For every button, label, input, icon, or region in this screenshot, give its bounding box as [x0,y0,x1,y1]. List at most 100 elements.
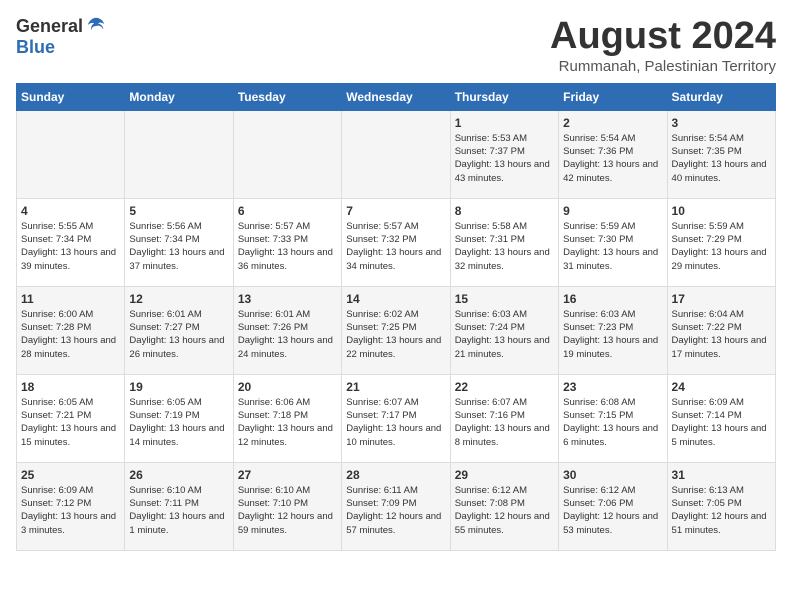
day-cell: 25Sunrise: 6:09 AM Sunset: 7:12 PM Dayli… [17,462,125,550]
day-info: Sunrise: 6:02 AM Sunset: 7:25 PM Dayligh… [346,308,445,361]
day-info: Sunrise: 6:01 AM Sunset: 7:27 PM Dayligh… [129,308,228,361]
day-number: 3 [672,116,771,130]
week-row-5: 25Sunrise: 6:09 AM Sunset: 7:12 PM Dayli… [17,462,776,550]
day-number: 27 [238,468,337,482]
day-cell: 31 Sunrise: 6:13 AM Sunset: 7:05 PM Dayli… [667,462,775,550]
day-info: Sunrise: 5:57 AM Sunset: 7:33 PM Dayligh… [238,220,337,273]
logo: General Blue [16,16,107,58]
logo-bird-icon [85,15,107,37]
day-info: Sunrise: 5:56 AM Sunset: 7:34 PM Dayligh… [129,220,228,273]
day-number: 25 [21,468,120,482]
day-number: 8 [455,204,554,218]
day-cell: 23 Sunrise: 6:08 AM Sunset: 7:15 PM Dayli… [559,374,667,462]
week-row-3: 11 Sunrise: 6:00 AM Sunset: 7:28 PM Dayli… [17,286,776,374]
day-number: 15 [455,292,554,306]
day-number: 30 [563,468,662,482]
day-info: Sunrise: 6:12 AM Sunset: 7:08 PM Dayligh… [455,484,554,537]
day-number: 23 [563,380,662,394]
day-info: Sunrise: 6:04 AM Sunset: 7:22 PM Dayligh… [672,308,771,361]
day-cell: 27 Sunrise: 6:10 AM Sunset: 7:10 PM Dayli… [233,462,341,550]
day-number: 7 [346,204,445,218]
day-number: 11 [21,292,120,306]
day-number: 26 [129,468,228,482]
day-info: Sunrise: 5:54 AM Sunset: 7:36 PM Dayligh… [563,132,662,185]
day-info: Sunrise: 6:01 AM Sunset: 7:26 PM Dayligh… [238,308,337,361]
day-number: 28 [346,468,445,482]
day-cell: 29 Sunrise: 6:12 AM Sunset: 7:08 PM Dayli… [450,462,558,550]
day-cell [125,110,233,198]
day-info: Sunrise: 5:54 AM Sunset: 7:35 PM Dayligh… [672,132,771,185]
day-cell: 24Sunrise: 6:09 AM Sunset: 7:14 PM Dayli… [667,374,775,462]
day-cell: 17Sunrise: 6:04 AM Sunset: 7:22 PM Dayli… [667,286,775,374]
day-number: 14 [346,292,445,306]
day-cell: 5 Sunrise: 5:56 AM Sunset: 7:34 PM Daylig… [125,198,233,286]
day-number: 29 [455,468,554,482]
day-cell: 28 Sunrise: 6:11 AM Sunset: 7:09 PM Dayli… [342,462,450,550]
day-number: 1 [455,116,554,130]
day-info: Sunrise: 6:07 AM Sunset: 7:17 PM Dayligh… [346,396,445,449]
day-cell [342,110,450,198]
header-cell-saturday: Saturday [667,83,775,110]
day-cell: 7 Sunrise: 5:57 AM Sunset: 7:32 PM Daylig… [342,198,450,286]
day-number: 24 [672,380,771,394]
day-cell: 12 Sunrise: 6:01 AM Sunset: 7:27 PM Dayli… [125,286,233,374]
calendar-table: SundayMondayTuesdayWednesdayThursdayFrid… [16,83,776,551]
header-cell-friday: Friday [559,83,667,110]
day-cell: 20Sunrise: 6:06 AM Sunset: 7:18 PM Dayli… [233,374,341,462]
day-cell: 16Sunrise: 6:03 AM Sunset: 7:23 PM Dayli… [559,286,667,374]
day-number: 16 [563,292,662,306]
day-number: 6 [238,204,337,218]
day-number: 9 [563,204,662,218]
day-number: 31 [672,468,771,482]
day-info: Sunrise: 6:10 AM Sunset: 7:11 PM Dayligh… [129,484,228,537]
title-area: August 2024 Rummanah, Palestinian Territ… [550,16,776,75]
day-info: Sunrise: 6:08 AM Sunset: 7:15 PM Dayligh… [563,396,662,449]
day-number: 10 [672,204,771,218]
day-cell: 11 Sunrise: 6:00 AM Sunset: 7:28 PM Dayli… [17,286,125,374]
day-cell: 15 Sunrise: 6:03 AM Sunset: 7:24 PM Dayli… [450,286,558,374]
header-cell-tuesday: Tuesday [233,83,341,110]
day-cell: 4Sunrise: 5:55 AM Sunset: 7:34 PM Daylig… [17,198,125,286]
day-number: 13 [238,292,337,306]
day-number: 22 [455,380,554,394]
day-number: 2 [563,116,662,130]
location-subtitle: Rummanah, Palestinian Territory [550,58,776,75]
day-info: Sunrise: 5:58 AM Sunset: 7:31 PM Dayligh… [455,220,554,273]
header-cell-thursday: Thursday [450,83,558,110]
day-number: 12 [129,292,228,306]
day-info: Sunrise: 6:11 AM Sunset: 7:09 PM Dayligh… [346,484,445,537]
week-row-1: 1 Sunrise: 5:53 AM Sunset: 7:37 PM Daylig… [17,110,776,198]
day-info: Sunrise: 5:53 AM Sunset: 7:37 PM Dayligh… [455,132,554,185]
day-info: Sunrise: 6:12 AM Sunset: 7:06 PM Dayligh… [563,484,662,537]
day-cell: 10Sunrise: 5:59 AM Sunset: 7:29 PM Dayli… [667,198,775,286]
day-cell: 30 Sunrise: 6:12 AM Sunset: 7:06 PM Dayli… [559,462,667,550]
day-info: Sunrise: 6:03 AM Sunset: 7:24 PM Dayligh… [455,308,554,361]
day-number: 5 [129,204,228,218]
day-cell: 22 Sunrise: 6:07 AM Sunset: 7:16 PM Dayli… [450,374,558,462]
day-cell [233,110,341,198]
logo-general: General [16,16,83,37]
header-cell-wednesday: Wednesday [342,83,450,110]
day-number: 21 [346,380,445,394]
day-info: Sunrise: 6:00 AM Sunset: 7:28 PM Dayligh… [21,308,120,361]
day-cell: 6 Sunrise: 5:57 AM Sunset: 7:33 PM Daylig… [233,198,341,286]
header-row: SundayMondayTuesdayWednesdayThursdayFrid… [17,83,776,110]
day-info: Sunrise: 6:05 AM Sunset: 7:19 PM Dayligh… [129,396,228,449]
day-number: 4 [21,204,120,218]
day-number: 20 [238,380,337,394]
day-cell: 14 Sunrise: 6:02 AM Sunset: 7:25 PM Dayli… [342,286,450,374]
month-title: August 2024 [550,16,776,58]
day-info: Sunrise: 5:57 AM Sunset: 7:32 PM Dayligh… [346,220,445,273]
day-cell: 2 Sunrise: 5:54 AM Sunset: 7:36 PM Daylig… [559,110,667,198]
day-cell: 13 Sunrise: 6:01 AM Sunset: 7:26 PM Dayli… [233,286,341,374]
header: General Blue August 2024 Rummanah, Pales… [16,16,776,75]
day-info: Sunrise: 6:10 AM Sunset: 7:10 PM Dayligh… [238,484,337,537]
week-row-2: 4Sunrise: 5:55 AM Sunset: 7:34 PM Daylig… [17,198,776,286]
week-row-4: 18Sunrise: 6:05 AM Sunset: 7:21 PM Dayli… [17,374,776,462]
day-info: Sunrise: 6:07 AM Sunset: 7:16 PM Dayligh… [455,396,554,449]
header-cell-monday: Monday [125,83,233,110]
header-cell-sunday: Sunday [17,83,125,110]
day-info: Sunrise: 6:13 AM Sunset: 7:05 PM Dayligh… [672,484,771,537]
day-cell: 26 Sunrise: 6:10 AM Sunset: 7:11 PM Dayli… [125,462,233,550]
day-number: 19 [129,380,228,394]
